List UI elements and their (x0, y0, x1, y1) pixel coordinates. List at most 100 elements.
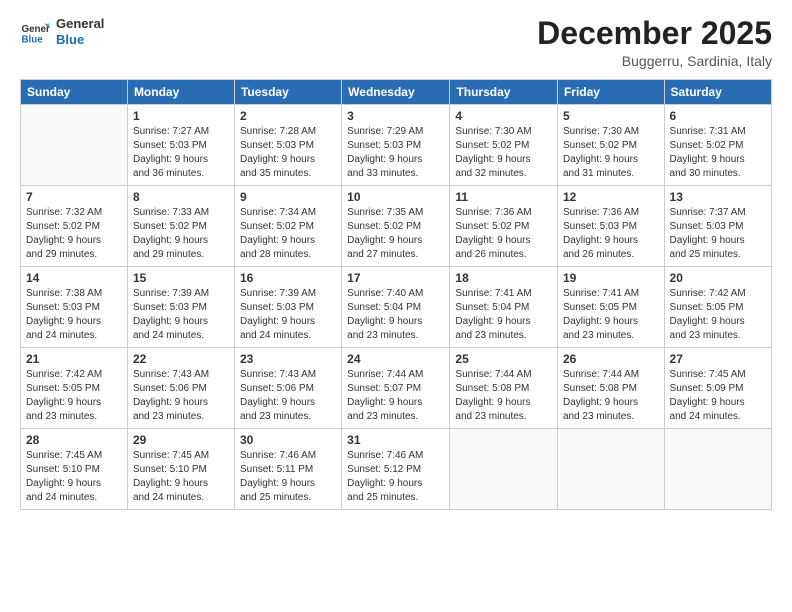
day-number: 30 (240, 433, 336, 447)
day-info: Sunrise: 7:36 AMSunset: 5:03 PMDaylight:… (563, 206, 659, 262)
day-number: 10 (347, 190, 444, 204)
col-monday: Monday (127, 80, 234, 105)
table-cell (21, 105, 128, 186)
calendar-week-row: 28 Sunrise: 7:45 AMSunset: 5:10 PMDayligh… (21, 429, 772, 510)
table-cell (450, 429, 558, 510)
day-info: Sunrise: 7:31 AMSunset: 5:02 PMDaylight:… (670, 125, 766, 181)
day-number: 9 (240, 190, 336, 204)
day-number: 13 (670, 190, 766, 204)
col-wednesday: Wednesday (342, 80, 450, 105)
table-cell (664, 429, 771, 510)
day-info: Sunrise: 7:44 AMSunset: 5:08 PMDaylight:… (455, 368, 552, 424)
table-cell: 26 Sunrise: 7:44 AMSunset: 5:08 PMDayligh… (557, 348, 664, 429)
col-thursday: Thursday (450, 80, 558, 105)
logo-icon: General Blue (20, 17, 50, 47)
day-number: 6 (670, 109, 766, 123)
table-cell: 7 Sunrise: 7:32 AMSunset: 5:02 PMDaylight… (21, 186, 128, 267)
table-cell: 31 Sunrise: 7:46 AMSunset: 5:12 PMDayligh… (342, 429, 450, 510)
table-cell: 24 Sunrise: 7:44 AMSunset: 5:07 PMDayligh… (342, 348, 450, 429)
logo-blue: Blue (56, 32, 104, 48)
day-number: 29 (133, 433, 229, 447)
table-cell: 19 Sunrise: 7:41 AMSunset: 5:05 PMDayligh… (557, 267, 664, 348)
calendar-header-row: Sunday Monday Tuesday Wednesday Thursday… (21, 80, 772, 105)
day-number: 8 (133, 190, 229, 204)
page-container: General Blue General Blue December 2025 … (0, 0, 792, 520)
day-info: Sunrise: 7:32 AMSunset: 5:02 PMDaylight:… (26, 206, 122, 262)
table-cell: 9Sunrise: 7:34 AMSunset: 5:02 PMDaylight… (234, 186, 341, 267)
day-info: Sunrise: 7:44 AMSunset: 5:08 PMDaylight:… (563, 368, 659, 424)
table-cell: 3 Sunrise: 7:29 AMSunset: 5:03 PMDaylight… (342, 105, 450, 186)
day-number: 11 (455, 190, 552, 204)
day-info: Sunrise: 7:30 AMSunset: 5:02 PMDaylight:… (563, 125, 659, 181)
day-info: Sunrise: 7:39 AMSunset: 5:03 PMDaylight:… (240, 287, 336, 343)
day-number: 18 (455, 271, 552, 285)
col-tuesday: Tuesday (234, 80, 341, 105)
day-number: 27 (670, 352, 766, 366)
table-cell: 15Sunrise: 7:39 AMSunset: 5:03 PMDayligh… (127, 267, 234, 348)
day-info: Sunrise: 7:30 AMSunset: 5:02 PMDaylight:… (455, 125, 552, 181)
day-number: 19 (563, 271, 659, 285)
day-info: Sunrise: 7:44 AMSunset: 5:07 PMDaylight:… (347, 368, 444, 424)
day-number: 26 (563, 352, 659, 366)
day-info: Sunrise: 7:40 AMSunset: 5:04 PMDaylight:… (347, 287, 444, 343)
logo-general: General (56, 16, 104, 32)
col-friday: Friday (557, 80, 664, 105)
table-cell: 28 Sunrise: 7:45 AMSunset: 5:10 PMDayligh… (21, 429, 128, 510)
day-info: Sunrise: 7:41 AMSunset: 5:05 PMDaylight:… (563, 287, 659, 343)
table-cell: 5 Sunrise: 7:30 AMSunset: 5:02 PMDaylight… (557, 105, 664, 186)
table-cell: 30 Sunrise: 7:46 AMSunset: 5:11 PMDayligh… (234, 429, 341, 510)
svg-text:Blue: Blue (22, 34, 44, 45)
day-info: Sunrise: 7:27 AMSunset: 5:03 PMDaylight:… (133, 125, 229, 181)
table-cell: 25Sunrise: 7:44 AMSunset: 5:08 PMDayligh… (450, 348, 558, 429)
day-info: Sunrise: 7:45 AMSunset: 5:09 PMDaylight:… (670, 368, 766, 424)
calendar-table: Sunday Monday Tuesday Wednesday Thursday… (20, 79, 772, 510)
day-number: 5 (563, 109, 659, 123)
day-number: 24 (347, 352, 444, 366)
table-cell: 23Sunrise: 7:43 AMSunset: 5:06 PMDayligh… (234, 348, 341, 429)
table-cell: 4 Sunrise: 7:30 AMSunset: 5:02 PMDaylight… (450, 105, 558, 186)
table-cell: 13Sunrise: 7:37 AMSunset: 5:03 PMDayligh… (664, 186, 771, 267)
day-info: Sunrise: 7:33 AMSunset: 5:02 PMDaylight:… (133, 206, 229, 262)
location: Buggerru, Sardinia, Italy (537, 53, 772, 69)
day-number: 4 (455, 109, 552, 123)
table-cell: 14 Sunrise: 7:38 AMSunset: 5:03 PMDayligh… (21, 267, 128, 348)
table-cell: 21Sunrise: 7:42 AMSunset: 5:05 PMDayligh… (21, 348, 128, 429)
table-cell: 16 Sunrise: 7:39 AMSunset: 5:03 PMDayligh… (234, 267, 341, 348)
table-cell: 8 Sunrise: 7:33 AMSunset: 5:02 PMDaylight… (127, 186, 234, 267)
day-info: Sunrise: 7:38 AMSunset: 5:03 PMDaylight:… (26, 287, 122, 343)
table-cell: 17 Sunrise: 7:40 AMSunset: 5:04 PMDayligh… (342, 267, 450, 348)
day-info: Sunrise: 7:46 AMSunset: 5:11 PMDaylight:… (240, 449, 336, 505)
table-cell (557, 429, 664, 510)
day-number: 20 (670, 271, 766, 285)
day-number: 3 (347, 109, 444, 123)
day-info: Sunrise: 7:43 AMSunset: 5:06 PMDaylight:… (133, 368, 229, 424)
table-cell: 2Sunrise: 7:28 AMSunset: 5:03 PMDaylight… (234, 105, 341, 186)
calendar-week-row: 7 Sunrise: 7:32 AMSunset: 5:02 PMDaylight… (21, 186, 772, 267)
table-cell: 20Sunrise: 7:42 AMSunset: 5:05 PMDayligh… (664, 267, 771, 348)
table-cell: 10 Sunrise: 7:35 AMSunset: 5:02 PMDayligh… (342, 186, 450, 267)
col-sunday: Sunday (21, 80, 128, 105)
day-info: Sunrise: 7:46 AMSunset: 5:12 PMDaylight:… (347, 449, 444, 505)
day-number: 15 (133, 271, 229, 285)
day-number: 23 (240, 352, 336, 366)
day-info: Sunrise: 7:28 AMSunset: 5:03 PMDaylight:… (240, 125, 336, 181)
day-number: 28 (26, 433, 122, 447)
day-number: 31 (347, 433, 444, 447)
col-saturday: Saturday (664, 80, 771, 105)
day-number: 14 (26, 271, 122, 285)
header: General Blue General Blue December 2025 … (20, 16, 772, 69)
day-info: Sunrise: 7:36 AMSunset: 5:02 PMDaylight:… (455, 206, 552, 262)
day-info: Sunrise: 7:29 AMSunset: 5:03 PMDaylight:… (347, 125, 444, 181)
table-cell: 18Sunrise: 7:41 AMSunset: 5:04 PMDayligh… (450, 267, 558, 348)
table-cell: 11 Sunrise: 7:36 AMSunset: 5:02 PMDayligh… (450, 186, 558, 267)
table-cell: 1 Sunrise: 7:27 AMSunset: 5:03 PMDaylight… (127, 105, 234, 186)
day-info: Sunrise: 7:35 AMSunset: 5:02 PMDaylight:… (347, 206, 444, 262)
day-number: 7 (26, 190, 122, 204)
day-info: Sunrise: 7:45 AMSunset: 5:10 PMDaylight:… (26, 449, 122, 505)
day-number: 16 (240, 271, 336, 285)
table-cell: 12Sunrise: 7:36 AMSunset: 5:03 PMDayligh… (557, 186, 664, 267)
day-number: 1 (133, 109, 229, 123)
calendar-week-row: 1 Sunrise: 7:27 AMSunset: 5:03 PMDaylight… (21, 105, 772, 186)
title-block: December 2025 Buggerru, Sardinia, Italy (537, 16, 772, 69)
day-number: 17 (347, 271, 444, 285)
